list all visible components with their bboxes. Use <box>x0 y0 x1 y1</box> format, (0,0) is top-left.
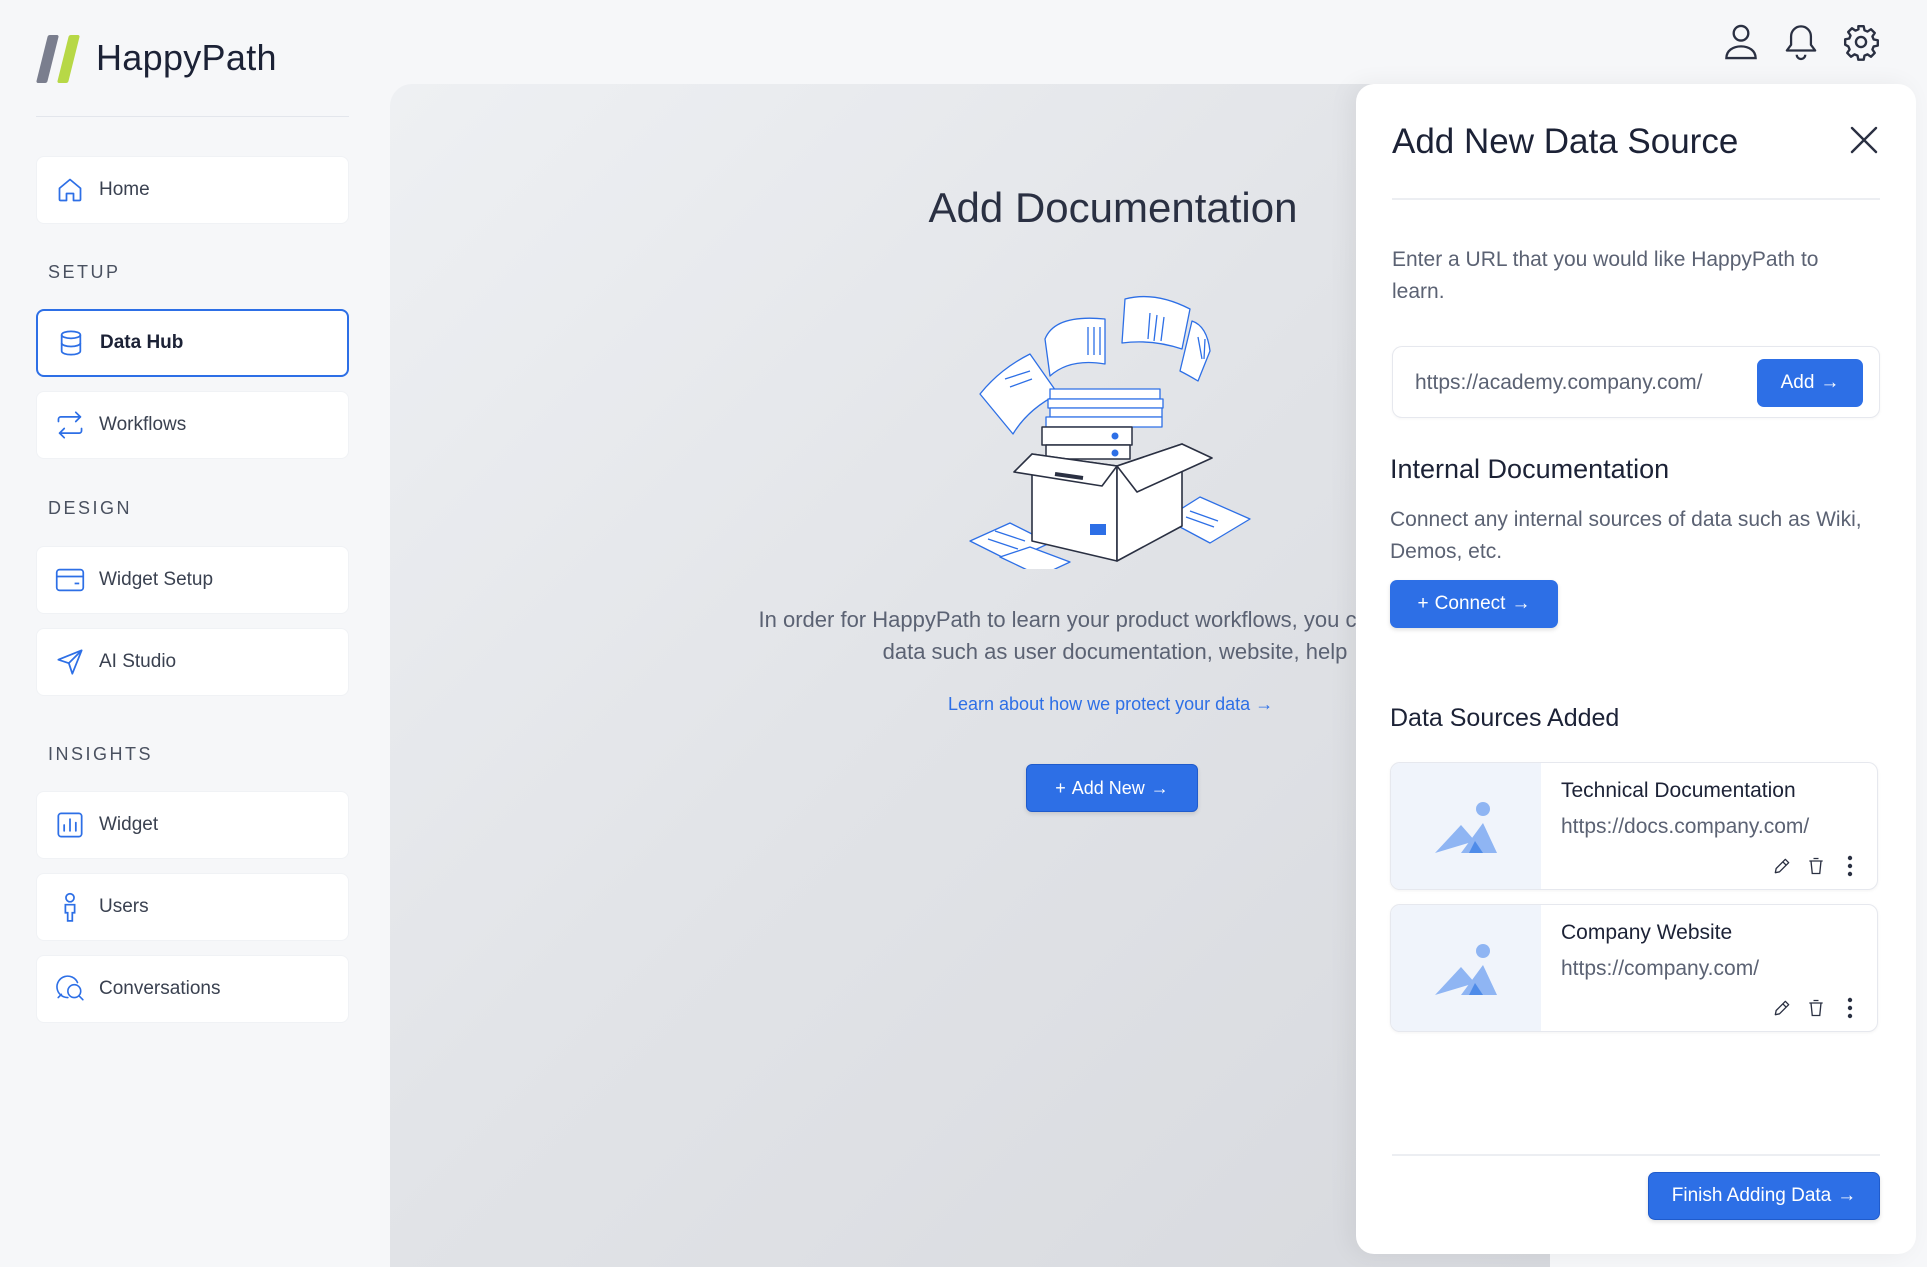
url-input-group: Add → <box>1392 346 1880 418</box>
finish-label: Finish Adding Data <box>1671 1185 1832 1206</box>
sidebar-item-widget-setup[interactable]: Widget Setup <box>36 546 349 614</box>
add-url-label: Add <box>1780 372 1815 393</box>
protect-data-link[interactable]: Learn about how we protect your data → <box>948 694 1273 715</box>
add-new-label: Add New <box>1071 777 1145 798</box>
arrow-right-icon: → <box>1511 593 1531 614</box>
section-label-setup: SETUP <box>48 262 121 282</box>
user-profile-button[interactable] <box>1721 22 1761 62</box>
protect-data-link-label: Learn about how we protect your data <box>948 694 1251 714</box>
image-placeholder-icon <box>1391 905 1541 1031</box>
data-sources-title: Data Sources Added <box>1390 704 1620 732</box>
sidebar-item-label: AI Studio <box>99 651 177 672</box>
notifications-button[interactable] <box>1781 22 1821 62</box>
arrow-right-icon: → <box>1820 372 1840 393</box>
data-source-card[interactable]: Technical Documentation https://docs.com… <box>1390 762 1878 890</box>
sidebar-item-widget[interactable]: Widget <box>36 791 349 859</box>
drawer-title: Add New Data Source <box>1392 122 1739 161</box>
home-icon <box>55 175 85 205</box>
drawer-description: Enter a URL that you would like HappyPat… <box>1392 248 1819 303</box>
arrow-right-icon: → <box>1150 777 1169 798</box>
source-url: https://company.com/ <box>1561 957 1760 980</box>
sidebar-item-users[interactable]: Users <box>36 873 349 941</box>
send-icon <box>55 647 85 677</box>
sidebar-divider <box>36 116 349 117</box>
person-icon <box>55 892 85 922</box>
internal-docs-description: Connect any internal sources of data suc… <box>1390 508 1862 563</box>
image-placeholder-icon <box>1391 763 1541 889</box>
gear-icon <box>1843 24 1879 61</box>
source-name: Company Website <box>1561 921 1733 944</box>
arrow-right-icon: → <box>1255 694 1274 714</box>
bar-chart-icon <box>55 810 85 840</box>
sidebar-item-label: Widget Setup <box>99 569 214 590</box>
add-data-source-drawer: Add New Data Source Enter a URL that you… <box>1356 84 1916 1254</box>
sidebar-item-label: Workflows <box>99 414 187 435</box>
logo-mark-icon <box>36 32 84 84</box>
sidebar-item-label: Conversations <box>99 978 221 999</box>
plus-icon: + <box>1417 593 1429 614</box>
trash-icon[interactable] <box>1805 997 1827 1019</box>
sidebar-item-data-hub[interactable]: Data Hub <box>36 309 349 377</box>
repeat-icon <box>55 410 85 440</box>
source-name: Technical Documentation <box>1561 779 1796 802</box>
more-vertical-icon[interactable] <box>1839 997 1861 1019</box>
section-label-design: DESIGN <box>48 498 133 518</box>
arrow-right-icon: → <box>1837 1185 1857 1206</box>
connect-label: Connect <box>1434 593 1506 614</box>
trash-icon[interactable] <box>1805 855 1827 877</box>
data-source-card[interactable]: Company Website https://company.com/ <box>1390 904 1878 1032</box>
settings-button[interactable] <box>1841 22 1881 62</box>
edit-icon[interactable] <box>1771 855 1793 877</box>
bell-icon <box>1785 25 1817 61</box>
add-url-button[interactable]: Add → <box>1757 359 1863 407</box>
add-new-button[interactable]: + Add New → <box>1026 764 1198 812</box>
document-box-illustration <box>969 295 1251 569</box>
sidebar-item-label: Data Hub <box>100 332 184 353</box>
sidebar-item-conversations[interactable]: Conversations <box>36 955 349 1023</box>
close-icon[interactable] <box>1846 122 1882 158</box>
connect-button[interactable]: + Connect → <box>1390 580 1558 628</box>
chat-search-icon <box>55 974 85 1004</box>
credit-card-icon <box>55 565 85 595</box>
sidebar-item-home[interactable]: Home <box>36 156 349 224</box>
sidebar-item-label: Users <box>99 896 149 917</box>
finish-adding-data-button[interactable]: Finish Adding Data → <box>1648 1172 1880 1220</box>
app-logo[interactable]: HappyPath <box>36 32 277 84</box>
drawer-divider <box>1392 198 1880 200</box>
sidebar-item-workflows[interactable]: Workflows <box>36 391 349 459</box>
edit-icon[interactable] <box>1771 997 1793 1019</box>
drawer-footer-divider <box>1392 1154 1880 1156</box>
plus-icon: + <box>1055 777 1066 798</box>
section-label-insights: INSIGHTS <box>48 744 154 764</box>
source-url: https://docs.company.com/ <box>1561 815 1810 838</box>
sidebar-item-label: Home <box>99 179 150 200</box>
user-icon <box>1725 24 1757 60</box>
sidebar-item-ai-studio[interactable]: AI Studio <box>36 628 349 696</box>
database-icon <box>56 328 86 358</box>
internal-docs-title: Internal Documentation <box>1390 454 1670 484</box>
more-vertical-icon[interactable] <box>1839 855 1861 877</box>
sidebar-item-label: Widget <box>99 814 159 835</box>
url-input[interactable] <box>1415 365 1755 401</box>
app-name: HappyPath <box>96 37 277 78</box>
